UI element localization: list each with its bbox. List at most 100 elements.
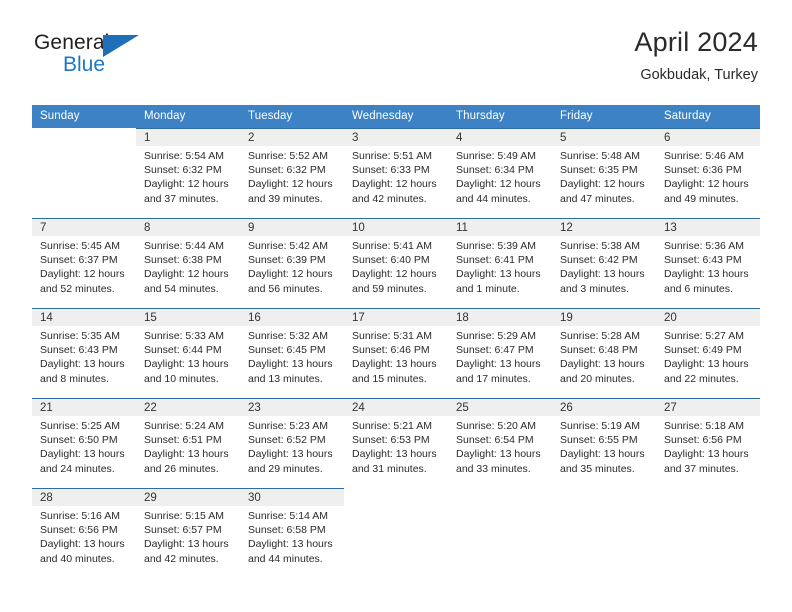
daylight-text-line1: Daylight: 12 hours [144, 268, 229, 281]
day-cell-8[interactable]: 8 Sunrise: 5:44 AM Sunset: 6:38 PM Daylight… [136, 218, 240, 308]
weekday-header-tuesday: Tuesday [240, 105, 344, 128]
day-cell-16[interactable]: 16 Sunrise: 5:32 AM Sunset: 6:45 PM Dayligh… [240, 308, 344, 398]
day-cell-27[interactable]: 27 Sunrise: 5:18 AM Sunset: 6:56 PM Dayligh… [656, 398, 760, 488]
sunrise-text: Sunrise: 5:24 AM [144, 420, 224, 432]
daylight-text-line1: Daylight: 13 hours [144, 358, 229, 371]
day-number: 30 [240, 489, 344, 506]
day-cell-15[interactable]: 15 Sunrise: 5:33 AM Sunset: 6:44 PM Dayligh… [136, 308, 240, 398]
sunrise-text: Sunrise: 5:32 AM [248, 330, 328, 342]
day-cell-30[interactable]: 30 Sunrise: 5:14 AM Sunset: 6:58 PM Dayligh… [240, 488, 344, 578]
weekday-header-monday: Monday [136, 105, 240, 128]
daylight-text-line1: Daylight: 12 hours [144, 178, 229, 191]
day-number [552, 488, 656, 505]
sunset-text: Sunset: 6:32 PM [144, 164, 222, 177]
day-cell-24[interactable]: 24 Sunrise: 5:21 AM Sunset: 6:53 PM Dayligh… [344, 398, 448, 488]
calendar-day-cell: 16 Sunrise: 5:32 AM Sunset: 6:45 PM Dayligh… [240, 308, 344, 398]
day-sun-info: Sunrise: 5:24 AM Sunset: 6:51 PM Daylight:… [136, 416, 240, 476]
day-cell-4[interactable]: 4 Sunrise: 5:49 AM Sunset: 6:34 PM Daylight… [448, 128, 552, 218]
day-cell-26[interactable]: 26 Sunrise: 5:19 AM Sunset: 6:55 PM Dayligh… [552, 398, 656, 488]
sunrise-text: Sunrise: 5:15 AM [144, 510, 224, 522]
daylight-text-line2: and 6 minutes. [664, 282, 733, 295]
daylight-text-line1: Daylight: 12 hours [352, 178, 437, 191]
day-cell-5[interactable]: 5 Sunrise: 5:48 AM Sunset: 6:35 PM Daylight… [552, 128, 656, 218]
calendar-day-cell-empty [552, 488, 656, 578]
sunrise-text: Sunrise: 5:19 AM [560, 420, 640, 432]
day-number: 6 [656, 129, 760, 146]
daylight-text-line1: Daylight: 13 hours [352, 358, 437, 371]
day-sun-info [656, 505, 760, 508]
day-sun-info: Sunrise: 5:16 AM Sunset: 6:56 PM Daylight:… [32, 506, 136, 566]
daylight-text-line2: and 10 minutes. [144, 372, 219, 385]
calendar-day-cell: 29 Sunrise: 5:15 AM Sunset: 6:57 PM Dayligh… [136, 488, 240, 578]
day-cell-29[interactable]: 29 Sunrise: 5:15 AM Sunset: 6:57 PM Dayligh… [136, 488, 240, 578]
day-sun-info: Sunrise: 5:33 AM Sunset: 6:44 PM Daylight:… [136, 326, 240, 386]
day-cell-18[interactable]: 18 Sunrise: 5:29 AM Sunset: 6:47 PM Dayligh… [448, 308, 552, 398]
sunrise-text: Sunrise: 5:29 AM [456, 330, 536, 342]
calendar-day-cell: 8 Sunrise: 5:44 AM Sunset: 6:38 PM Daylight… [136, 218, 240, 308]
day-cell-22[interactable]: 22 Sunrise: 5:24 AM Sunset: 6:51 PM Dayligh… [136, 398, 240, 488]
day-cell-7[interactable]: 7 Sunrise: 5:45 AM Sunset: 6:37 PM Daylight… [32, 218, 136, 308]
day-number: 16 [240, 309, 344, 326]
day-number: 4 [448, 129, 552, 146]
title-block: April 2024 Gokbudak, Turkey [634, 27, 758, 83]
daylight-text-line1: Daylight: 13 hours [664, 358, 749, 371]
day-sun-info: Sunrise: 5:15 AM Sunset: 6:57 PM Daylight:… [136, 506, 240, 566]
day-cell-28[interactable]: 28 Sunrise: 5:16 AM Sunset: 6:56 PM Dayligh… [32, 488, 136, 578]
day-cell-empty [656, 488, 760, 578]
sunset-text: Sunset: 6:52 PM [248, 434, 326, 447]
day-cell-3[interactable]: 3 Sunrise: 5:51 AM Sunset: 6:33 PM Daylight… [344, 128, 448, 218]
day-number: 27 [656, 399, 760, 416]
day-number: 8 [136, 219, 240, 236]
calendar-day-cell: 2 Sunrise: 5:52 AM Sunset: 6:32 PM Daylight… [240, 128, 344, 218]
daylight-text-line1: Daylight: 13 hours [248, 538, 333, 551]
day-cell-9[interactable]: 9 Sunrise: 5:42 AM Sunset: 6:39 PM Daylight… [240, 218, 344, 308]
sunset-text: Sunset: 6:51 PM [144, 434, 222, 447]
day-cell-6[interactable]: 6 Sunrise: 5:46 AM Sunset: 6:36 PM Daylight… [656, 128, 760, 218]
weekday-header-thursday: Thursday [448, 105, 552, 128]
day-cell-1[interactable]: 1 Sunrise: 5:54 AM Sunset: 6:32 PM Daylight… [136, 128, 240, 218]
day-cell-empty [344, 488, 448, 578]
month-calendar-table: Sunday Monday Tuesday Wednesday Thursday… [32, 105, 760, 578]
day-cell-10[interactable]: 10 Sunrise: 5:41 AM Sunset: 6:40 PM Dayligh… [344, 218, 448, 308]
calendar-day-cell: 1 Sunrise: 5:54 AM Sunset: 6:32 PM Daylight… [136, 128, 240, 218]
day-cell-12[interactable]: 12 Sunrise: 5:38 AM Sunset: 6:42 PM Dayligh… [552, 218, 656, 308]
sunset-text: Sunset: 6:50 PM [40, 434, 118, 447]
day-cell-14[interactable]: 14 Sunrise: 5:35 AM Sunset: 6:43 PM Dayligh… [32, 308, 136, 398]
day-number: 10 [344, 219, 448, 236]
sunset-text: Sunset: 6:53 PM [352, 434, 430, 447]
day-number: 24 [344, 399, 448, 416]
general-blue-logo: General Blue [34, 28, 154, 75]
day-cell-20[interactable]: 20 Sunrise: 5:27 AM Sunset: 6:49 PM Dayligh… [656, 308, 760, 398]
day-cell-19[interactable]: 19 Sunrise: 5:28 AM Sunset: 6:48 PM Dayligh… [552, 308, 656, 398]
daylight-text-line1: Daylight: 13 hours [40, 358, 125, 371]
sunset-text: Sunset: 6:54 PM [456, 434, 534, 447]
sunrise-text: Sunrise: 5:35 AM [40, 330, 120, 342]
day-number: 14 [32, 309, 136, 326]
calendar-day-cell-empty [344, 488, 448, 578]
calendar-week-row: 1 Sunrise: 5:54 AM Sunset: 6:32 PM Daylight… [32, 128, 760, 218]
daylight-text-line1: Daylight: 13 hours [352, 448, 437, 461]
day-cell-25[interactable]: 25 Sunrise: 5:20 AM Sunset: 6:54 PM Dayligh… [448, 398, 552, 488]
day-number [32, 128, 136, 145]
daylight-text-line1: Daylight: 12 hours [456, 178, 541, 191]
daylight-text-line1: Daylight: 13 hours [664, 268, 749, 281]
day-cell-2[interactable]: 2 Sunrise: 5:52 AM Sunset: 6:32 PM Daylight… [240, 128, 344, 218]
sunset-text: Sunset: 6:48 PM [560, 344, 638, 357]
daylight-text-line1: Daylight: 13 hours [248, 448, 333, 461]
day-cell-17[interactable]: 17 Sunrise: 5:31 AM Sunset: 6:46 PM Dayligh… [344, 308, 448, 398]
daylight-text-line2: and 54 minutes. [144, 282, 219, 295]
day-cell-23[interactable]: 23 Sunrise: 5:23 AM Sunset: 6:52 PM Dayligh… [240, 398, 344, 488]
calendar-day-cell: 3 Sunrise: 5:51 AM Sunset: 6:33 PM Daylight… [344, 128, 448, 218]
day-cell-11[interactable]: 11 Sunrise: 5:39 AM Sunset: 6:41 PM Dayligh… [448, 218, 552, 308]
daylight-text-line2: and 40 minutes. [40, 552, 115, 565]
sunrise-text: Sunrise: 5:48 AM [560, 150, 640, 162]
daylight-text-line2: and 59 minutes. [352, 282, 427, 295]
sunset-text: Sunset: 6:33 PM [352, 164, 430, 177]
calendar-day-cell: 15 Sunrise: 5:33 AM Sunset: 6:44 PM Dayligh… [136, 308, 240, 398]
weekday-header-row: Sunday Monday Tuesday Wednesday Thursday… [32, 105, 760, 128]
day-cell-21[interactable]: 21 Sunrise: 5:25 AM Sunset: 6:50 PM Dayligh… [32, 398, 136, 488]
day-cell-13[interactable]: 13 Sunrise: 5:36 AM Sunset: 6:43 PM Dayligh… [656, 218, 760, 308]
day-sun-info [344, 505, 448, 508]
calendar-day-cell: 23 Sunrise: 5:23 AM Sunset: 6:52 PM Dayligh… [240, 398, 344, 488]
day-sun-info [552, 505, 656, 508]
